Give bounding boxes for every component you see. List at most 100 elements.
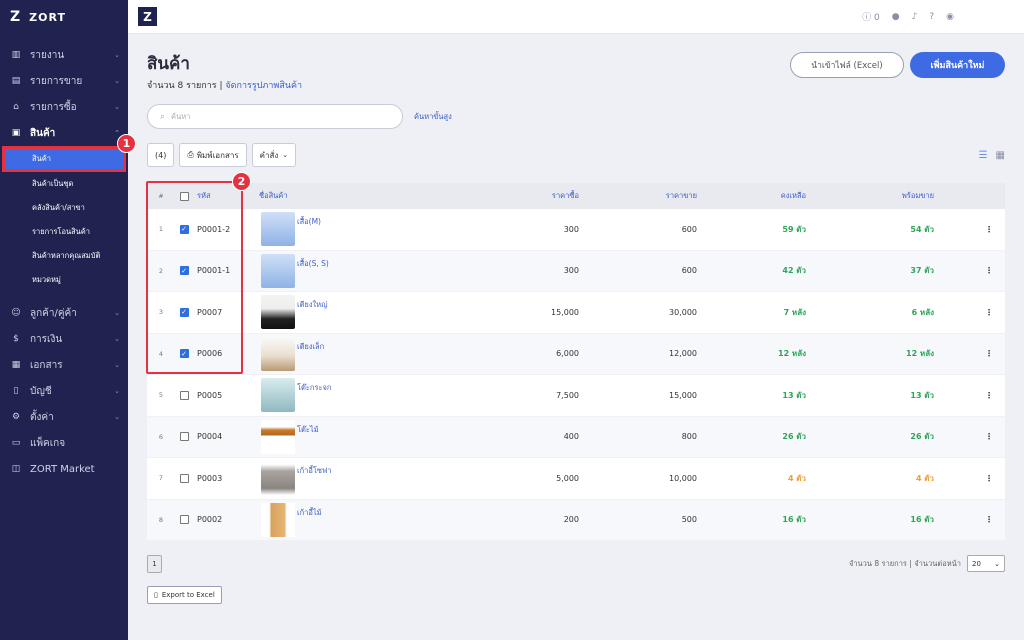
product-name-link[interactable]: โต๊ะกระจก xyxy=(297,375,467,394)
add-product-button[interactable]: เพิ่มสินค้าใหม่ xyxy=(910,52,1005,78)
grid-view-icon[interactable]: ▦ xyxy=(996,150,1005,161)
submenu-item-warehouses[interactable]: คลังสินค้า/สาขา xyxy=(0,196,128,220)
product-name-link[interactable]: เก้าอี้โซฟา xyxy=(297,458,467,477)
export-excel-button[interactable]: ▯ Export to Excel xyxy=(147,586,222,604)
submenu-item-transfers[interactable]: รายการโอนสินค้า xyxy=(0,220,128,244)
product-code: P0003 xyxy=(197,473,223,483)
submenu-item-bundles[interactable]: สินค้าเป็นชุด xyxy=(0,172,128,196)
sell-price: 12,000 xyxy=(669,349,697,359)
table-row[interactable]: 7 P0003 เก้าอี้โซฟา 5,000 10,000 4 ตัว 4 ตัว ⋮ xyxy=(147,458,1005,500)
stock-ready: 16 ตัว xyxy=(910,515,934,525)
more-options-icon[interactable]: ⋮ xyxy=(934,474,1005,483)
product-thumbnail[interactable] xyxy=(261,295,295,330)
table-row[interactable]: 2 ✓ P0001-1 เสื้อ(S, S) 300 600 42 ตัว 37 ตัว ⋮ xyxy=(147,250,1005,292)
row-checkbox[interactable] xyxy=(175,390,193,400)
cost-price: 200 xyxy=(563,515,579,525)
bell-icon[interactable]: ♪ xyxy=(912,12,918,22)
sidebar-item-reports[interactable]: ▥ รายงาน ⌄ xyxy=(0,42,128,68)
brand-logo-icon[interactable]: Z xyxy=(138,7,157,26)
product-name-link[interactable]: เสื้อ(M) xyxy=(297,209,467,228)
row-checkbox[interactable] xyxy=(175,432,193,442)
more-options-icon[interactable]: ⋮ xyxy=(934,266,1005,275)
sidebar-item-label: ZORT Market xyxy=(30,463,95,475)
command-dropdown[interactable]: คำสั่ง ⌄ xyxy=(251,143,297,167)
submenu-item-products[interactable]: สินค้า xyxy=(2,146,126,172)
product-thumbnail[interactable] xyxy=(261,336,295,371)
cost-price: 15,000 xyxy=(551,307,579,317)
product-name-link[interactable]: โต๊ะไม้ xyxy=(297,417,467,436)
product-thumbnail[interactable] xyxy=(261,419,295,454)
advanced-search-link[interactable]: ค้นหาขั้นสูง xyxy=(414,111,452,123)
product-thumbnail[interactable] xyxy=(261,253,295,288)
product-name-link[interactable]: เสื้อ(S, S) xyxy=(297,251,467,270)
submenu-item-variants[interactable]: สินค้าหลากคุณสมบัติ xyxy=(0,244,128,268)
product-thumbnail[interactable] xyxy=(261,212,295,247)
stock-remaining: 12 หลัง xyxy=(778,349,806,359)
row-checkbox[interactable] xyxy=(175,473,193,483)
search-icon: ⌕ xyxy=(160,111,166,122)
chevron-down-icon: ⌄ xyxy=(114,77,120,85)
sidebar-item-label: รายการขาย xyxy=(30,75,83,87)
stock-remaining: 26 ตัว xyxy=(782,432,806,442)
account-icon[interactable]: ◉ xyxy=(946,12,954,22)
header-remaining[interactable]: คงเหลือ xyxy=(697,190,806,202)
table-row[interactable]: 1 ✓ P0001-2 เสื้อ(M) 300 600 59 ตัว 54 ตัว ⋮ xyxy=(147,209,1005,251)
chevron-down-icon: ⌄ xyxy=(114,361,120,369)
sidebar-item-products[interactable]: ▣ สินค้า ⌃ xyxy=(0,120,128,146)
header-name[interactable]: ชื่อสินค้า xyxy=(259,190,467,202)
table-row[interactable]: 8 P0002 เก้าอี้ไม้ 200 500 16 ตัว 16 ตัว ⋮ xyxy=(147,499,1005,541)
sidebar-item-label: สินค้า xyxy=(30,127,56,139)
product-name-link[interactable]: เก้าอี้ไม้ xyxy=(297,500,467,519)
chevron-down-icon: ⌄ xyxy=(114,51,120,59)
import-excel-button[interactable]: นำเข้าไฟล์ (Excel) xyxy=(790,52,904,78)
sidebar-item-documents[interactable]: ▦ เอกสาร ⌄ xyxy=(0,352,128,378)
print-button[interactable]: ⎙ พิมพ์เอกสาร xyxy=(179,143,247,167)
cost-price: 300 xyxy=(563,266,579,276)
more-options-icon[interactable]: ⋮ xyxy=(934,308,1005,317)
user-icon[interactable]: ● xyxy=(892,12,900,22)
stock-ready: 4 ตัว xyxy=(915,473,934,483)
product-table: # รหัส ชื่อสินค้า ราคาซื้อ ราคาขาย คงเหล… xyxy=(147,183,1005,541)
table-row[interactable]: 5 P0005 โต๊ะกระจก 7,500 15,000 13 ตัว 13 ตัว ⋮ xyxy=(147,375,1005,417)
header-price[interactable]: ราคาขาย xyxy=(579,190,697,202)
header-ready[interactable]: พร้อมขาย xyxy=(806,190,934,202)
sidebar-item-contacts[interactable]: ☺ ลูกค้า/คู่ค้า ⌄ xyxy=(0,300,128,326)
app-logo[interactable]: Z ZORT xyxy=(0,0,128,34)
submenu-item-categories[interactable]: หมวดหมู่ xyxy=(0,268,128,292)
more-options-icon[interactable]: ⋮ xyxy=(934,515,1005,524)
header-cost[interactable]: ราคาซื้อ xyxy=(467,190,579,202)
search-input[interactable]: ⌕ ค้นหา xyxy=(147,104,403,129)
row-checkbox[interactable] xyxy=(175,515,193,525)
sidebar-item-sales[interactable]: ▤ รายการขาย ⌄ xyxy=(0,68,128,94)
coin-icon[interactable]: ⓘ 0 xyxy=(862,10,880,23)
chevron-down-icon: ⌄ xyxy=(114,309,120,317)
list-view-icon[interactable]: ☰ xyxy=(979,150,988,161)
chart-icon: ▥ xyxy=(11,50,21,60)
product-name-link[interactable]: เตียงเล็ก xyxy=(297,334,467,353)
sidebar-item-finance[interactable]: $ การเงิน ⌄ xyxy=(0,326,128,352)
product-thumbnail[interactable] xyxy=(261,502,295,537)
sidebar-item-settings[interactable]: ⚙ ตั้งค่า ⌄ xyxy=(0,404,128,430)
page-button-1[interactable]: 1 xyxy=(147,555,162,573)
product-name-link[interactable]: เตียงใหญ่ xyxy=(297,292,467,311)
sidebar-item-purchases[interactable]: ⌂ รายการซื้อ ⌄ xyxy=(0,94,128,120)
sidebar-item-market[interactable]: ◫ ZORT Market xyxy=(0,456,128,482)
more-options-icon[interactable]: ⋮ xyxy=(934,432,1005,441)
sidebar-item-package[interactable]: ▭ แพ็คเกจ xyxy=(0,430,128,456)
table-row[interactable]: 4 ✓ P0006 เตียงเล็ก 6,000 12,000 12 หลัง 12 หลั… xyxy=(147,333,1005,375)
more-options-icon[interactable]: ⋮ xyxy=(934,349,1005,358)
per-page-select[interactable]: 20 ⌄ xyxy=(967,555,1005,572)
more-options-icon[interactable]: ⋮ xyxy=(934,391,1005,400)
stock-ready: 54 ตัว xyxy=(910,224,934,234)
table-row[interactable]: 6 P0004 โต๊ะไม้ 400 800 26 ตัว 26 ตัว ⋮ xyxy=(147,416,1005,458)
product-thumbnail[interactable] xyxy=(261,378,295,413)
file-icon: ▯ xyxy=(154,591,158,599)
table-row[interactable]: 3 ✓ P0007 เตียงใหญ่ 15,000 30,000 7 หลัง 6 หลัง… xyxy=(147,292,1005,334)
help-icon[interactable]: ? xyxy=(929,12,934,22)
pagination-info: จำนวน 8 รายการ | จำนวนต่อหน้า 20 ⌄ xyxy=(849,555,1005,572)
product-thumbnail[interactable] xyxy=(261,461,295,496)
more-options-icon[interactable]: ⋮ xyxy=(934,225,1005,234)
manage-images-link[interactable]: จัดการรูปภาพสินค้า xyxy=(225,81,302,91)
sidebar-item-accounting[interactable]: ▯ บัญชี ⌄ xyxy=(0,378,128,404)
selected-count-button[interactable]: (4) xyxy=(147,143,175,167)
